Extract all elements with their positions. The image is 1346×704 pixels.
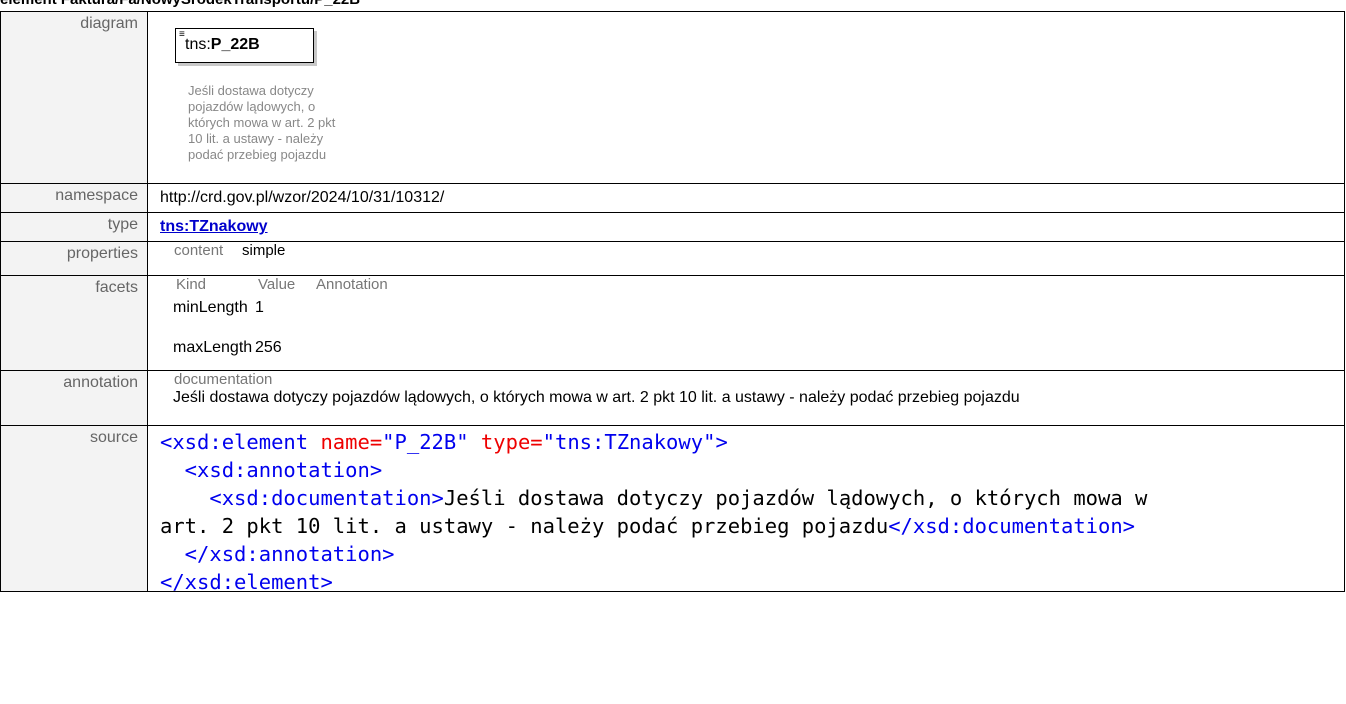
type-link[interactable]: tns:TZnakowy xyxy=(160,218,268,235)
annotation-text: Jeśli dostawa dotyczy pojazdów lądowych,… xyxy=(173,389,1020,406)
source-line: </xsd:annotation> xyxy=(160,542,395,566)
element-box[interactable]: ≡ tns:P_22B xyxy=(175,28,314,63)
page-heading: element Faktura/Fa/NowySrodekTransportu/… xyxy=(0,0,360,9)
facet-value: 256 xyxy=(255,339,282,356)
row-facets: facets Kind Value Annotation minLength 1… xyxy=(0,275,1345,371)
diagram-documentation: Jeśli dostawa dotyczy pojazdów lądowych,… xyxy=(188,83,388,163)
label-properties: properties xyxy=(0,241,148,276)
diagram-doc-line: Jeśli dostawa dotyczy xyxy=(188,83,314,98)
source-line: <xsd:documentation>Jeśli dostawa dotyczy… xyxy=(160,486,1148,510)
element-doc-table: diagram ≡ tns:P_22B Jeśli dostawa dotycz… xyxy=(0,11,1345,594)
property-value: simple xyxy=(242,242,286,259)
label-diagram: diagram xyxy=(0,11,148,184)
label-namespace: namespace xyxy=(0,183,148,213)
diagram-doc-line: 10 lit. a ustawy - należy xyxy=(188,131,324,146)
diagram-canvas: ≡ tns:P_22B Jeśli dostawa dotyczy pojazd… xyxy=(148,12,1344,183)
facet-kind: maxLength xyxy=(173,339,253,356)
row-type: type tns:TZnakowy xyxy=(0,212,1345,242)
label-type: type xyxy=(0,212,148,242)
diagram-doc-line: podać przebieg pojazdu xyxy=(188,147,327,162)
row-source: source <xsd:element name="P_22B" type="t… xyxy=(0,425,1345,594)
namespace-value: http://crd.gov.pl/wzor/2024/10/31/10312/ xyxy=(160,189,445,206)
source-line: art. 2 pkt 10 lit. a ustawy - należy pod… xyxy=(160,514,1136,538)
facets-header-kind: Kind xyxy=(176,276,207,293)
source-line: <xsd:annotation> xyxy=(160,458,383,482)
source-line: <xsd:element name="P_22B" type="tns:TZna… xyxy=(160,430,728,454)
facets-header-annotation: Annotation xyxy=(316,276,388,293)
facet-kind: minLength xyxy=(173,299,248,316)
facets-header-value: Value xyxy=(258,276,296,293)
label-source: source xyxy=(0,425,148,592)
annotation-header: documentation xyxy=(174,371,273,388)
annotation-block: documentation Jeśli dostawa dotyczy poja… xyxy=(148,371,1344,425)
label-facets: facets xyxy=(0,275,148,371)
property-key: content xyxy=(174,242,224,259)
row-diagram: diagram ≡ tns:P_22B Jeśli dostawa dotycz… xyxy=(0,11,1345,184)
facets-table: Kind Value Annotation minLength 1 maxLen… xyxy=(148,276,1344,370)
source-line: </xsd:element> xyxy=(160,570,333,594)
element-box-label: tns:P_22B xyxy=(185,36,260,53)
label-annotation: annotation xyxy=(0,370,148,426)
source-code: <xsd:element name="P_22B" type="tns:TZna… xyxy=(148,426,1344,594)
properties-table: content simple xyxy=(148,242,1344,275)
diagram-doc-line: których mowa w art. 2 pkt xyxy=(188,115,336,130)
element-list-icon: ≡ xyxy=(179,29,185,40)
facet-value: 1 xyxy=(255,299,264,316)
row-namespace: namespace http://crd.gov.pl/wzor/2024/10… xyxy=(0,183,1345,213)
row-properties: properties content simple xyxy=(0,241,1345,276)
diagram-doc-line: pojazdów lądowych, o xyxy=(188,99,316,114)
row-annotation: annotation documentation Jeśli dostawa d… xyxy=(0,370,1345,426)
